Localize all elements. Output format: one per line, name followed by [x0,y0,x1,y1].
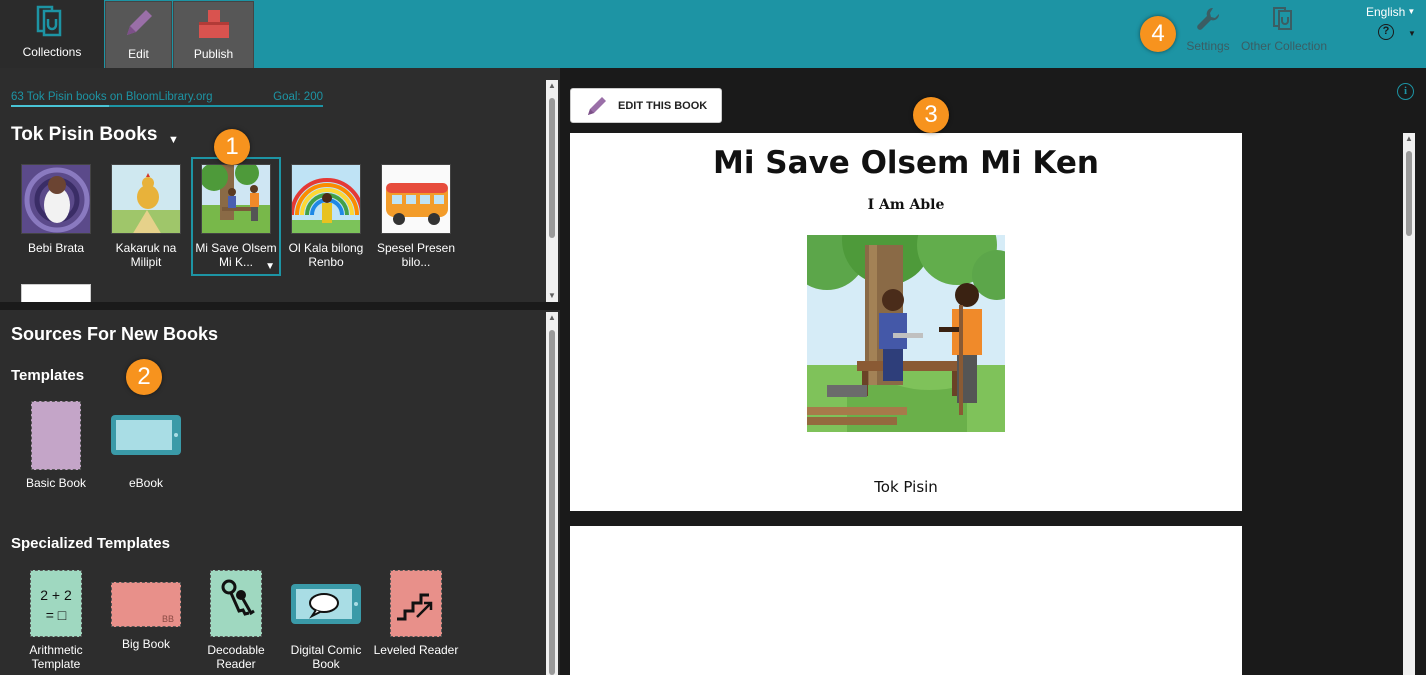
basic-book-icon [31,401,81,470]
book-thumbnail[interactable]: Spesel Presen bilo... [371,164,461,269]
collection-pane: 63 Tok Pisin books on BloomLibrary.org G… [0,68,560,302]
template-arithmetic[interactable]: 2 + 2 = □ Arithmetic Template [11,570,101,671]
template-label: Basic Book [25,476,87,490]
info-icon[interactable]: i [1397,83,1414,100]
book-page-2 [570,526,1242,675]
template-big-book[interactable]: BB Big Book [101,570,191,651]
book-title: Ol Kala bilong Renbo [288,241,364,269]
book-cover-image [111,164,181,234]
template-label: eBook [128,476,164,490]
chevron-down-icon[interactable]: ▼ [1408,29,1416,38]
scrollbar-thumb[interactable] [1406,151,1412,236]
chevron-down-icon[interactable]: ▼ [168,134,179,146]
book-thumbnail-selected[interactable]: Mi Save Olsem Mi K... ▼ [191,157,281,276]
tablet-icon [111,415,181,455]
book-cover-page: Mi Save Olsem Mi Ken I Am Able Tok Pisin [570,133,1242,511]
scroll-up-icon[interactable]: ▲ [1403,133,1415,145]
keys-icon [210,570,262,637]
top-toolbar: Collections Edit Publish Settings Other … [0,0,1426,68]
big-book-icon: BB [111,582,181,627]
scroll-up-icon[interactable]: ▲ [546,312,558,324]
template-decodable-reader[interactable]: Decodable Reader [191,570,281,671]
language-label: English [1366,5,1406,19]
collection-title: Tok Pisin Books [11,124,158,145]
pencil-icon [588,97,606,115]
template-basic-book[interactable]: Basic Book [11,401,101,490]
sources-title: Sources For New Books [11,324,219,344]
pane-splitter[interactable] [0,302,560,310]
scroll-down-icon[interactable]: ▼ [546,290,558,302]
book-cover-image [381,164,451,234]
comic-tablet-icon [291,584,361,624]
chevron-down-icon: ▼ [1407,7,1416,16]
sources-pane: Sources For New Books Templates Basic Bo… [0,310,560,675]
template-label: Digital Comic Book [290,643,362,671]
specialized-templates-heading: Specialized Templates [11,535,170,552]
stairs-icon [390,570,442,637]
tab-collections-label: Collections [22,45,82,59]
tab-edit-label: Edit [128,47,149,61]
settings-label: Settings [1186,39,1230,53]
book-menu-chevron-icon[interactable]: ▼ [265,261,275,272]
wrench-icon [1197,7,1220,30]
callout-4: 4 [1140,16,1176,52]
goal-progress-bar [11,105,323,107]
tab-publish[interactable]: Publish [173,1,254,68]
big-book-glyph: BB [161,614,174,624]
other-collection-button[interactable]: Other Collection [1238,6,1330,53]
pencil-icon [126,10,152,35]
sources-scrollbar[interactable]: ▲ [546,312,558,675]
book-cover-image [21,164,91,234]
book-thumbnail[interactable]: Kakaruk na Milipit [101,164,191,269]
callout-1: 1 [214,129,250,165]
book-cover-subtitle: I Am Able [867,197,945,213]
book-cover-language: Tok Pisin [874,478,938,496]
callout-2: 2 [126,359,162,395]
library-goal-label: Goal: 200 [273,91,323,103]
book-title: Spesel Presen bilo... [376,241,456,269]
tab-collections[interactable]: Collections [0,0,104,68]
template-ebook[interactable]: eBook [101,401,191,490]
arithmetic-glyph-bottom: = □ [45,607,67,623]
template-leveled-reader[interactable]: Leveled Reader [371,570,461,657]
collections-icon [36,5,62,37]
templates-heading: Templates [11,367,85,384]
callout-3: 3 [913,97,949,133]
template-label: Decodable Reader [207,643,265,671]
book-title: Kakaruk na Milipit [115,241,177,269]
library-books-count: 63 Tok Pisin books on BloomLibrary.org [11,91,213,103]
scroll-up-icon[interactable]: ▲ [546,80,558,92]
book-cover-image [201,164,271,234]
book-thumbnail[interactable]: Ol Kala bilong Renbo [281,164,371,269]
preview-scrollbar[interactable]: ▲ [1403,133,1415,675]
tab-publish-label: Publish [193,47,234,61]
template-label: Big Book [121,637,171,651]
publish-icon [198,10,229,38]
other-collection-label: Other Collection [1240,39,1328,53]
book-preview-pane: EDIT THIS BOOK i Mi Save Olsem Mi Ken I … [561,68,1426,675]
collections-icon [1273,7,1292,30]
book-thumbnail[interactable]: Bebi Brata [11,164,101,255]
template-label: Arithmetic Template [29,643,83,671]
arithmetic-glyph-top: 2 + 2 [40,587,72,603]
goal-progress-fill [11,105,110,107]
template-label: Leveled Reader [373,643,459,657]
help-icon[interactable]: ? [1378,24,1394,40]
book-cover-title: Mi Save Olsem Mi Ken [713,145,1099,181]
scrollbar-thumb[interactable] [549,330,555,675]
template-digital-comic-book[interactable]: Digital Comic Book [281,570,371,671]
collection-scrollbar[interactable]: ▲ ▼ [546,80,558,302]
language-menu[interactable]: English ▼ [1366,5,1415,19]
settings-button[interactable]: Settings [1183,6,1233,53]
book-cover-image [291,164,361,234]
book-thumbnail-partial[interactable] [21,284,91,302]
book-cover-illustration [807,235,1005,432]
arithmetic-icon: 2 + 2 = □ [30,570,82,637]
edit-this-book-button[interactable]: EDIT THIS BOOK [570,88,722,123]
book-title: Bebi Brata [27,241,85,255]
edit-this-book-label: EDIT THIS BOOK [618,100,708,112]
scrollbar-thumb[interactable] [549,98,555,238]
tab-edit[interactable]: Edit [105,1,172,68]
